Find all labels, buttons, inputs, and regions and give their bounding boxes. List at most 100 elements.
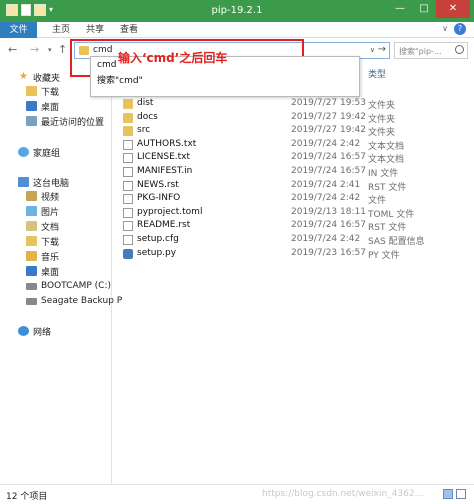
tab-view[interactable]: 查看 [120,22,138,38]
file-name: README.rst [137,220,191,231]
sidebar-item-label: 下载 [41,237,60,248]
sidebar-item-label: 图片 [41,207,60,218]
file-icon [123,153,133,164]
sidebar-item-label: Seagate Backup P [41,296,123,306]
address-dropdown-icon[interactable]: ∨ [370,46,375,54]
table-row[interactable]: README.rst 2019/7/24 16:57 RST 文件 [113,220,474,233]
music-icon [26,251,37,261]
table-row[interactable]: docs 2019/7/27 19:42 文件夹 [113,112,474,125]
file-type: PY 文件 [368,250,400,261]
folder-icon [123,112,133,123]
downloads-icon [26,86,37,96]
refresh-icon[interactable]: → [378,44,386,55]
search-icon [455,45,464,54]
file-type: IN 文件 [368,169,399,179]
item-count: 12 个项目 [6,492,48,502]
sidebar-item-drive-c[interactable]: BOOTCAMP (C:) [26,279,111,293]
table-row[interactable]: src 2019/7/27 19:42 文件夹 [113,125,474,138]
sidebar-item-seagate[interactable]: Seagate Backup P [26,294,122,308]
desktop-icon [26,266,37,276]
sidebar-item-documents[interactable]: 文档 [26,219,59,233]
tab-file[interactable]: 文件 [0,22,37,38]
sidebar-item-label: 下载 [41,87,60,98]
expand-ribbon-icon[interactable]: ∨ [442,24,448,33]
sidebar-item-recent[interactable]: 最近访问的位置 [26,114,104,128]
documents-icon [26,221,37,231]
file-icon [123,221,133,232]
sidebar-item-music[interactable]: 音乐 [26,249,59,263]
tab-home[interactable]: 主页 [52,22,70,38]
file-date: 2019/7/27 19:42 [291,125,366,136]
file-type: 文件 [368,196,387,207]
autocomplete-item[interactable]: cmd [97,60,116,70]
file-date: 2019/7/24 16:57 [291,152,366,163]
sidebar-item-label: 视频 [41,192,60,203]
sidebar-item-videos[interactable]: 视频 [26,189,59,203]
close-button[interactable]: ✕ [436,0,470,18]
column-header-type[interactable]: 类型 [368,67,386,80]
file-name: NEWS.rst [137,179,179,190]
sidebar-item-homegroup[interactable]: 家庭组 [18,145,60,159]
file-name: src [137,125,151,136]
sidebar-item-desktop-pc[interactable]: 桌面 [26,264,59,278]
drive-icon [26,297,37,305]
sidebar-item-downloads[interactable]: 下载 [26,84,59,98]
table-row[interactable]: PKG-INFO 2019/7/24 2:42 文件 [113,193,474,206]
table-row[interactable]: dist 2019/7/27 19:53 文件夹 [113,98,474,111]
autocomplete-item[interactable]: 搜索"cmd" [97,73,143,86]
sidebar-item-label: 最近访问的位置 [41,117,105,128]
file-date: 2019/7/24 16:57 [291,166,366,176]
table-row[interactable]: setup.py 2019/7/23 16:57 PY 文件 [113,248,474,261]
table-row[interactable]: pyproject.toml 2019/2/13 18:11 TOML 文件 [113,207,474,220]
back-arrow-icon[interactable]: ← [8,43,17,56]
tab-share[interactable]: 共享 [86,22,104,38]
watermark: https://blog.csdn.net/weixin_4362... [262,489,424,499]
up-arrow-icon[interactable]: ↑ [58,43,67,56]
sidebar-item-this-pc[interactable]: 这台电脑 [18,175,69,189]
sidebar-item-pictures[interactable]: 图片 [26,204,59,218]
file-type: TOML 文件 [368,209,415,220]
file-name: setup.py [137,247,177,258]
file-date: 2019/7/27 19:53 [291,98,366,108]
view-switcher [443,489,466,499]
minimize-button[interactable]: — [388,0,412,18]
file-type: 文件夹 [368,128,396,139]
folder-icon [123,99,133,109]
sidebar-item-desktop[interactable]: 桌面 [26,99,59,113]
network-icon [18,326,29,336]
annotation-text: 输入‘cmd’之后回车 [118,51,228,65]
sidebar-item-label: 收藏夹 [33,73,61,84]
file-icon [123,139,133,150]
sidebar-item-label: 桌面 [41,102,60,113]
file-icon [123,235,133,245]
title-bar: ▾ pip-19.2.1 — □ ✕ [0,0,474,22]
file-type: 文件夹 [368,101,396,111]
file-type: 文件夹 [368,114,396,125]
status-bar: 12 个项目 https://blog.csdn.net/weixin_4362… [0,484,474,504]
recent-locations-dropdown-icon[interactable]: ▾ [48,46,52,54]
file-name: dist [137,98,154,108]
table-row[interactable]: setup.cfg 2019/7/24 2:42 SAS 配置信息 [113,234,474,247]
table-row[interactable]: NEWS.rst 2019/7/24 2:41 RST 文件 [113,180,474,193]
file-icon [123,167,133,177]
table-row[interactable]: LICENSE.txt 2019/7/24 16:57 文本文档 [113,152,474,165]
sidebar-item-downloads-pc[interactable]: 下载 [26,234,59,248]
sidebar-item-label: 网络 [33,327,52,338]
maximize-button[interactable]: □ [412,0,436,18]
videos-icon [26,191,37,201]
file-date: 2019/7/24 2:42 [291,138,361,149]
large-icons-view-icon[interactable] [456,489,466,499]
desktop-icon [26,101,37,111]
sidebar-item-label: 家庭组 [33,148,61,159]
sidebar-item-label: 桌面 [41,267,60,278]
search-input[interactable]: 搜索"pip-... [394,42,468,59]
file-list: 类型 dist 2019/7/27 19:53 文件夹 docs 2019/7/27 1… [113,62,474,484]
file-name: MANIFEST.in [137,166,193,176]
forward-arrow-icon[interactable]: → [30,43,39,56]
table-row[interactable]: AUTHORS.txt 2019/7/24 2:42 文本文档 [113,139,474,152]
table-row[interactable]: MANIFEST.in 2019/7/24 16:57 IN 文件 [113,166,474,179]
sidebar-item-network[interactable]: 网络 [18,324,51,338]
help-icon[interactable]: ? [454,23,466,35]
details-view-icon[interactable] [443,489,453,499]
sidebar-item-favorites[interactable]: ★ 收藏夹 [18,70,60,84]
